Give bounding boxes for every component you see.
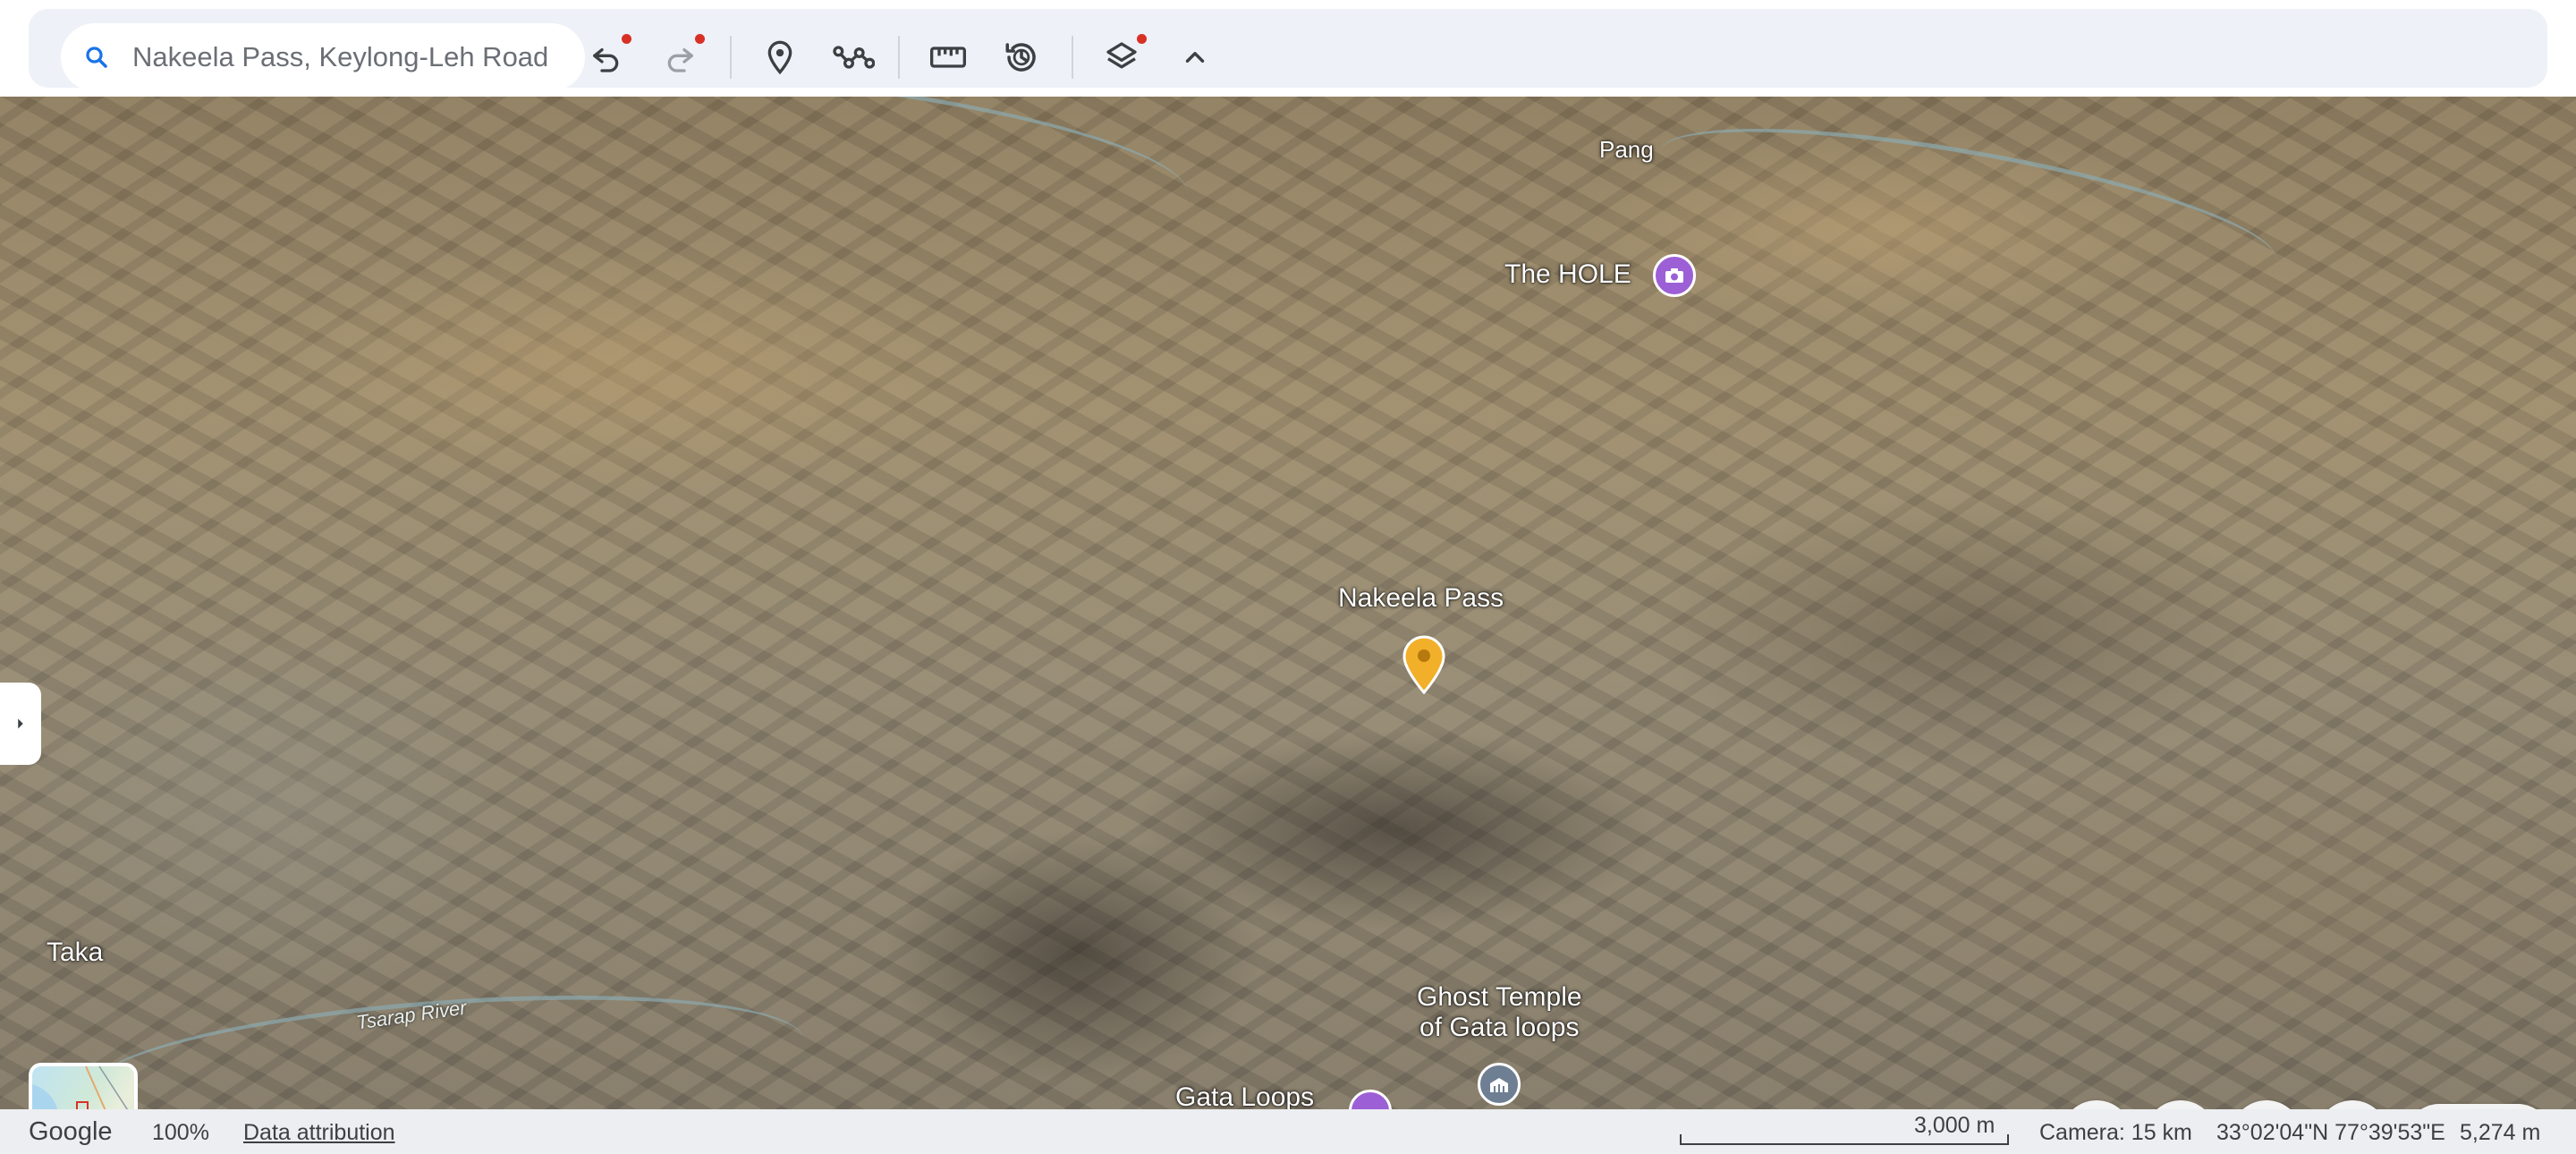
top-toolbar — [0, 0, 2576, 97]
placemark-pin-icon[interactable] — [1402, 635, 1446, 699]
redo-notification-dot — [695, 34, 705, 44]
toggle-2d-button[interactable]: 2D — [2231, 1100, 2302, 1109]
earth-map-view[interactable]: Pang The HOLE Nakeela Pass Taka Tsarap R… — [0, 97, 2576, 1109]
minimap-thumbnail[interactable] — [29, 1063, 138, 1109]
ghost-temple-line1: Ghost Temple — [1417, 982, 1582, 1012]
historical-imagery-button[interactable] — [993, 29, 1050, 86]
layers-icon — [1106, 42, 1137, 69]
river-line — [378, 97, 1196, 268]
compass-button[interactable] — [2317, 1100, 2388, 1109]
draw-path-button[interactable] — [825, 29, 882, 86]
ruler-icon — [930, 47, 966, 68]
add-placemark-button[interactable] — [751, 29, 809, 86]
toolbar-panel — [29, 9, 2547, 91]
toolbar-divider — [730, 36, 732, 79]
location-button[interactable] — [2145, 1100, 2216, 1109]
side-panel-toggle[interactable] — [0, 683, 41, 765]
ghost-temple-line2: of Gata loops — [1419, 1013, 1580, 1042]
map-style-button[interactable] — [1093, 29, 1150, 86]
temple-poi-icon[interactable] — [1478, 1063, 1521, 1106]
place-label-ghost-temple[interactable]: Ghost Temple of Gata loops — [1417, 982, 1582, 1043]
undo-button[interactable] — [578, 29, 635, 86]
viewpoint-poi-icon[interactable] — [1349, 1090, 1392, 1109]
toolbar-divider — [898, 36, 900, 79]
search-input[interactable] — [132, 41, 585, 73]
loading-percentage: 100% — [152, 1120, 209, 1145]
place-label-the-hole[interactable]: The HOLE — [1504, 259, 1631, 290]
collapse-toolbar-button[interactable] — [1166, 29, 1224, 86]
status-bar: Google 100% Data attribution 3,000 m Cam… — [0, 1109, 2576, 1154]
redo-button[interactable] — [651, 29, 708, 86]
toolbar-divider — [1072, 36, 1073, 79]
place-label-pang[interactable]: Pang — [1599, 136, 1654, 164]
cursor-elevation: 5,274 m — [2460, 1120, 2541, 1145]
cursor-coordinates: 33°02'04"N 77°39'53"E — [2216, 1120, 2445, 1145]
chevron-right-icon — [18, 718, 23, 729]
camera-altitude: Camera: 15 km — [2039, 1120, 2192, 1145]
place-label-nakeela-pass[interactable]: Nakeela Pass — [1338, 583, 1504, 614]
data-attribution-link[interactable]: Data attribution — [243, 1120, 395, 1146]
placemark-icon — [767, 40, 792, 75]
google-logo: Google — [29, 1117, 113, 1146]
path-icon — [833, 46, 875, 69]
historical-imagery-icon — [1005, 43, 1036, 72]
scale-label: 3,000 m — [1914, 1113, 1996, 1138]
photo-poi-icon[interactable] — [1653, 254, 1696, 297]
layers-notification-dot — [1137, 34, 1147, 44]
river-line — [1649, 97, 2286, 316]
river-line — [85, 975, 809, 1109]
place-label-taka[interactable]: Taka — [47, 938, 103, 968]
place-label-gata-loops[interactable]: Gata Loops — [1175, 1082, 1314, 1109]
redo-icon — [667, 48, 693, 72]
undo-notification-dot — [622, 34, 631, 44]
street-view-button[interactable] — [2061, 1100, 2132, 1109]
search-box[interactable] — [61, 23, 585, 91]
undo-icon — [593, 48, 619, 72]
measure-button[interactable] — [919, 29, 977, 86]
search-icon[interactable] — [61, 44, 132, 71]
chevron-up-icon — [1185, 52, 1205, 63]
